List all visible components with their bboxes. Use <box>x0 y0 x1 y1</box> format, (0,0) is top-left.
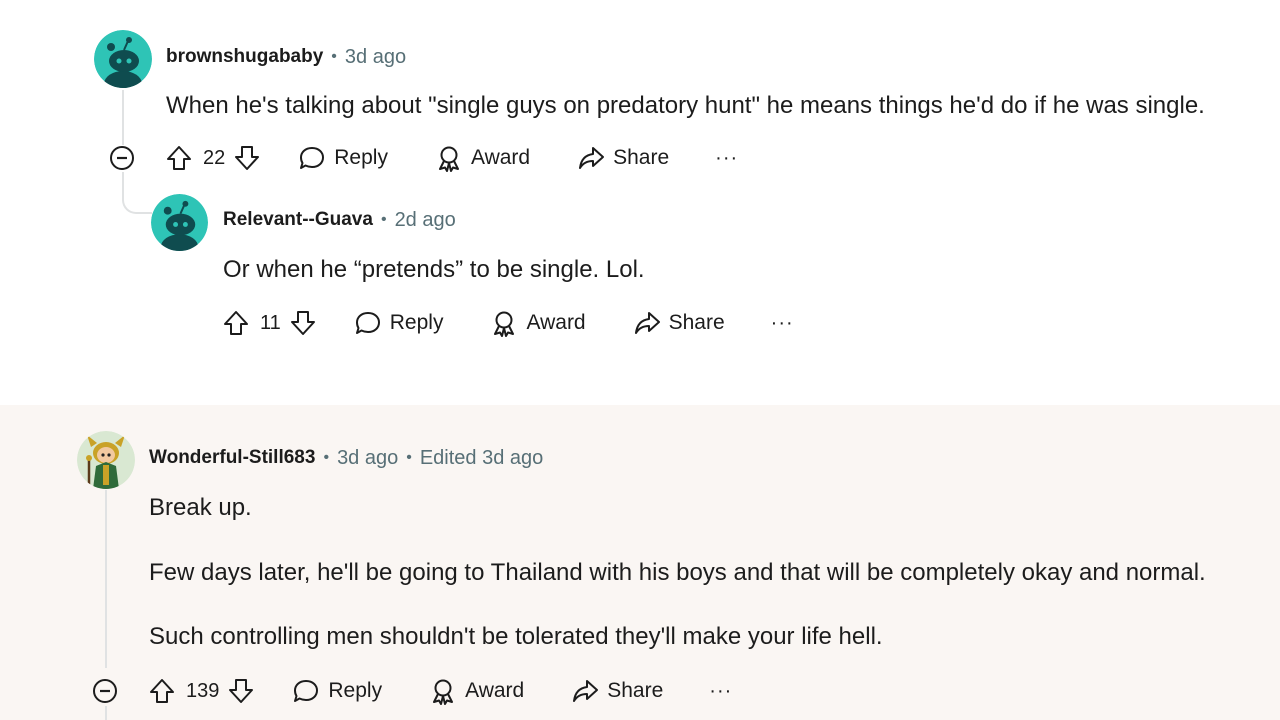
award-label: Award <box>526 311 586 334</box>
award-button[interactable]: Award <box>490 309 586 337</box>
more-options-button[interactable]: ··· <box>715 147 738 170</box>
upvote-button[interactable] <box>165 144 193 172</box>
award-icon <box>433 679 454 705</box>
comment-bubble-icon <box>300 147 325 169</box>
comment-action-bar: 11 Reply Award Share ··· <box>222 306 794 340</box>
separator-dot: • <box>331 48 337 65</box>
downvote-button[interactable] <box>233 144 261 172</box>
username-link[interactable]: Relevant--Guava <box>223 209 373 231</box>
comment-paragraph: Such controlling men shouldn't be tolera… <box>149 623 883 650</box>
vote-score: 11 <box>260 311 281 334</box>
separator-dot: • <box>323 449 330 466</box>
separator-dot: • <box>380 211 387 228</box>
username-link[interactable]: brownshugababy <box>166 46 323 68</box>
share-icon <box>573 680 599 702</box>
share-label: Share <box>668 311 725 334</box>
comment-meta: Wonderful-Still683 • 3d ago • Edited 3d … <box>149 445 543 471</box>
upvote-icon <box>150 679 174 703</box>
comment-action-bar: 139 Reply Award Share ··· <box>148 674 732 708</box>
upvote-button[interactable] <box>148 677 176 705</box>
comment-age[interactable]: 2d ago <box>395 209 456 232</box>
comment-bubble-icon <box>294 680 319 702</box>
more-options-button[interactable]: ··· <box>771 312 794 335</box>
snoo-avatar-icon[interactable] <box>151 194 208 251</box>
comment-age[interactable]: 3d ago <box>337 447 398 470</box>
thread-line[interactable] <box>105 706 107 720</box>
award-icon <box>438 146 459 172</box>
award-icon <box>494 311 515 337</box>
downvote-icon <box>290 311 315 335</box>
share-button[interactable]: Share <box>571 677 663 705</box>
comment-age[interactable]: 3d ago <box>345 46 406 69</box>
snoo-avatar-icon[interactable] <box>94 30 152 88</box>
reply-button[interactable]: Reply <box>354 309 444 337</box>
reply-button[interactable]: Reply <box>292 677 382 705</box>
custom-avatar-icon[interactable] <box>77 431 135 489</box>
award-label: Award <box>470 146 531 169</box>
reply-button[interactable]: Reply <box>298 144 388 172</box>
award-label: Award <box>465 679 525 702</box>
comment-action-bar: 22 Reply Award Share ··· <box>165 141 738 175</box>
comment-bubble-icon <box>355 312 380 334</box>
collapse-thread-icon[interactable] <box>92 678 118 704</box>
collapse-thread-icon[interactable] <box>109 145 135 171</box>
upvote-icon <box>224 311 248 335</box>
vote-score: 139 <box>186 679 220 702</box>
comment-meta: brownshugababy • 3d ago <box>166 44 406 70</box>
upvote-icon <box>167 146 191 170</box>
comment-paragraph: Few days later, he'll be going to Thaila… <box>149 559 1206 586</box>
username-link[interactable]: Wonderful-Still683 <box>149 447 315 469</box>
upvote-button[interactable] <box>222 309 250 337</box>
vote-score: 22 <box>203 146 226 169</box>
separator-dot: • <box>406 449 412 466</box>
award-button[interactable]: Award <box>435 144 530 172</box>
award-button[interactable]: Award <box>429 677 524 705</box>
edited-indicator: Edited 3d ago <box>419 446 544 469</box>
share-label: Share <box>607 679 664 702</box>
reply-label: Reply <box>328 679 383 702</box>
comment-paragraph: Break up. <box>149 494 252 521</box>
share-icon <box>579 147 605 169</box>
more-options-button[interactable]: ··· <box>709 680 732 703</box>
comment-body: Or when he “pretends” to be single. Lol. <box>223 256 645 283</box>
reply-label: Reply <box>334 146 388 169</box>
comment-body: When he's talking about "single guys on … <box>166 92 1205 119</box>
comment-meta: Relevant--Guava • 2d ago <box>223 207 456 233</box>
reply-label: Reply <box>389 311 444 334</box>
thread-line[interactable] <box>122 90 124 145</box>
share-button[interactable]: Share <box>577 144 669 172</box>
thread-line[interactable] <box>105 490 107 668</box>
downvote-icon <box>229 679 254 703</box>
share-label: Share <box>613 146 670 169</box>
share-icon <box>634 312 660 334</box>
downvote-button[interactable] <box>289 309 317 337</box>
downvote-icon <box>235 146 260 170</box>
reply-connector <box>122 172 152 214</box>
downvote-button[interactable] <box>227 677 255 705</box>
share-button[interactable]: Share <box>633 309 725 337</box>
